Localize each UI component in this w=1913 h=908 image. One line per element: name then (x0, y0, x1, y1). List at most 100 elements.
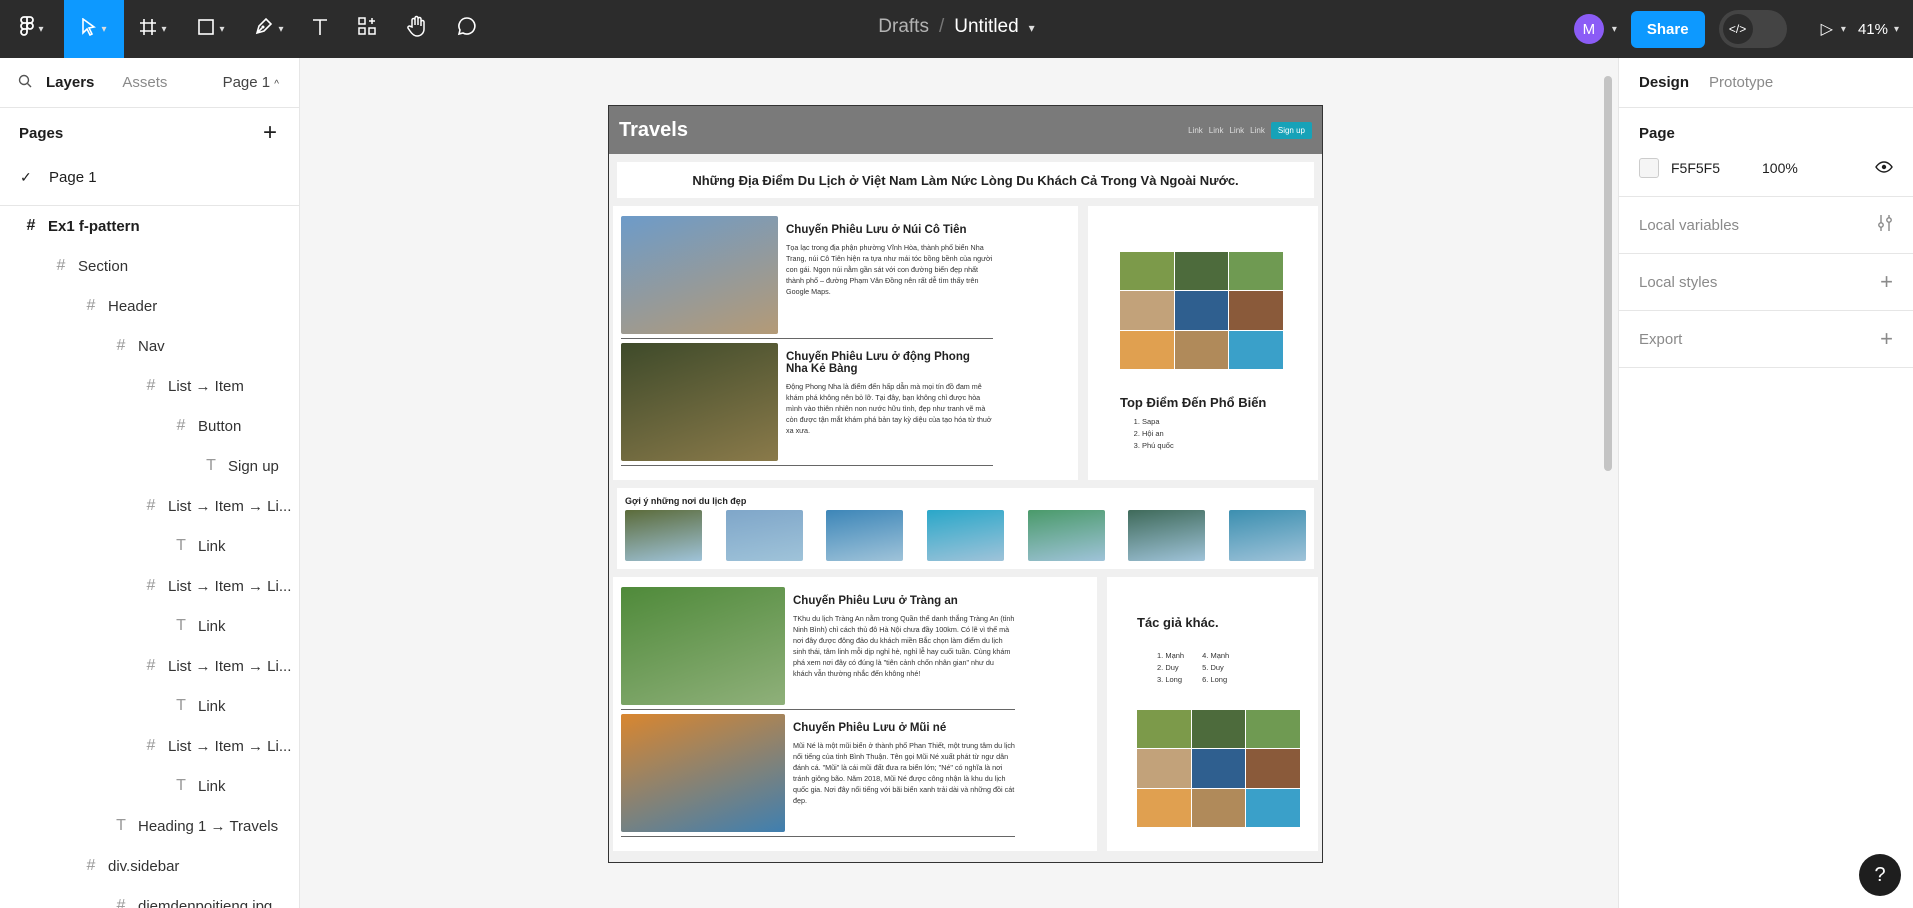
tab-prototype[interactable]: Prototype (1709, 74, 1773, 91)
suggestion-image (1027, 510, 1105, 561)
play-icon[interactable]: ▷ (1821, 19, 1833, 39)
add-export-icon[interactable]: + (1880, 326, 1893, 352)
layer-label: Link (198, 617, 226, 635)
pen-tool-button[interactable]: ▾ (240, 0, 298, 58)
eye-icon[interactable] (1875, 160, 1893, 176)
frame-tool-button[interactable]: ▾ (124, 0, 182, 58)
chevron-down-icon[interactable]: ▾ (1841, 24, 1846, 35)
layer-item[interactable]: # Button (0, 406, 299, 446)
layer-item[interactable]: # List → Item → Li... (0, 726, 299, 766)
export-label[interactable]: Export (1639, 331, 1682, 348)
layer-item[interactable]: T Link (0, 526, 299, 566)
share-button[interactable]: Share (1630, 10, 1705, 48)
move-tool-button[interactable]: ▾ (64, 0, 124, 58)
layer-label: Button (198, 417, 242, 435)
suggestion-image (826, 510, 904, 561)
layer-label: Ex1 f-pattern (48, 217, 140, 235)
zoom-level[interactable]: 41% (1858, 21, 1888, 38)
layer-label: Heading 1 → Travels (138, 817, 279, 835)
variables-settings-icon[interactable] (1877, 212, 1893, 238)
layer-item[interactable]: T Link (0, 766, 299, 806)
add-page-icon[interactable]: + (263, 119, 277, 147)
article-image (621, 587, 785, 705)
text-layer-icon: T (176, 537, 186, 554)
help-button[interactable]: ? (1859, 854, 1901, 896)
suggestion-strip: Gợi ý những nơi du lịch đẹp (617, 488, 1314, 569)
text-layer-icon: T (176, 617, 186, 634)
shape-tool-button[interactable]: ▾ (182, 0, 240, 58)
frame-layer-icon: # (116, 897, 126, 908)
chevron-down-icon: ▾ (278, 23, 284, 35)
layer-label: List → Item → Li... (168, 657, 292, 675)
layer-item[interactable]: # Ex1 f-pattern (0, 206, 299, 246)
signup-button[interactable]: Sign up (1270, 121, 1312, 139)
list-item: Duy (1157, 662, 1184, 674)
comment-tool-button[interactable] (442, 0, 492, 58)
layer-item[interactable]: T Sign up (0, 446, 299, 486)
layer-item[interactable]: T Link (0, 606, 299, 646)
file-name[interactable]: Untitled (954, 16, 1018, 37)
pages-label: Pages (19, 124, 64, 142)
local-variables-label[interactable]: Local variables (1639, 217, 1739, 234)
page-opacity-value[interactable]: 100% (1762, 160, 1798, 176)
layer-item[interactable]: # List → Item → Li... (0, 646, 299, 686)
breadcrumb-drafts[interactable]: Drafts (878, 16, 929, 37)
nav-link[interactable]: Link (1250, 126, 1265, 135)
avatar[interactable]: M (1573, 14, 1604, 44)
article-image (621, 216, 778, 334)
layer-item[interactable]: # List → Item → Li... (0, 566, 299, 606)
layer-item[interactable]: # List → Item (0, 366, 299, 406)
canvas-scrollbar[interactable] (1604, 76, 1612, 471)
article-card: Chuyến Phiêu Lưu ở Mũi né Mũi Né là một m… (621, 714, 1015, 837)
tab-assets[interactable]: Assets (122, 74, 167, 91)
chevron-down-icon[interactable]: ▾ (1029, 21, 1035, 35)
search-icon[interactable] (18, 74, 32, 92)
frame-icon (139, 16, 157, 42)
layer-label: List → Item → Li... (168, 497, 292, 515)
chevron-up-icon: ^ (274, 79, 279, 90)
tab-design[interactable]: Design (1639, 74, 1689, 91)
text-tool-button[interactable] (298, 0, 342, 58)
layer-item[interactable]: # Nav (0, 326, 299, 366)
resources-tool-button[interactable] (342, 0, 392, 58)
page-section-title: Page (1639, 124, 1675, 142)
page-item[interactable]: ✓ Page 1 (0, 158, 299, 206)
list-item: Long (1157, 674, 1184, 686)
layer-label: List → Item → Li... (168, 577, 292, 595)
layer-item[interactable]: # div.sidebar (0, 846, 299, 886)
page-selector[interactable]: Page 1 ^ (223, 74, 279, 91)
layer-item[interactable]: # List → Item → Li... (0, 486, 299, 526)
list-item: Phú quốc (1142, 440, 1294, 452)
nav-link[interactable]: Link (1188, 126, 1203, 135)
nav-link[interactable]: Link (1229, 126, 1244, 135)
hand-tool-button[interactable] (392, 0, 442, 58)
chevron-down-icon[interactable]: ▾ (1612, 24, 1617, 35)
layer-item[interactable]: T Heading 1 → Travels (0, 806, 299, 846)
layer-item[interactable]: T Link (0, 686, 299, 726)
page-color-swatch[interactable] (1639, 158, 1659, 178)
sidebar: Top Điểm Đến Phổ Biến Sapa Hội an Phú qu… (1088, 206, 1318, 480)
design-panel: Design Prototype Page F5F5F5 100% Local … (1618, 58, 1913, 908)
text-layer-icon: T (116, 817, 126, 834)
article-card: Chuyến Phiêu Lưu ở động Phong Nha Kẻ Bàn… (621, 343, 993, 466)
suggestion-image (1128, 510, 1206, 561)
layer-label: div.sidebar (108, 857, 180, 875)
layer-item[interactable]: # diemdenpoitieng.jpg (0, 886, 299, 908)
nav-link[interactable]: Link (1209, 126, 1224, 135)
frame-ex1-f-pattern[interactable]: Travels Link Link Link Link Sign up Nhữn… (608, 105, 1323, 863)
tab-layers[interactable]: Layers (46, 74, 94, 91)
layer-label: Section (78, 257, 129, 275)
page-color-value[interactable]: F5F5F5 (1671, 160, 1720, 176)
dev-mode-toggle[interactable]: </> (1718, 10, 1787, 48)
local-styles-label[interactable]: Local styles (1639, 274, 1717, 291)
frame-layer-icon: # (26, 217, 36, 234)
frame-layer-icon: # (146, 577, 156, 594)
chevron-down-icon[interactable]: ▾ (1894, 24, 1899, 35)
add-style-icon[interactable]: + (1880, 269, 1893, 295)
main-menu-button[interactable]: ▾ (0, 0, 64, 58)
article-title: Chuyến Phiêu Lưu ở Tràng an (793, 595, 958, 607)
layer-item[interactable]: # Header (0, 286, 299, 326)
checkmark-icon: ✓ (20, 169, 32, 185)
layer-item[interactable]: # Section (0, 246, 299, 286)
move-icon (81, 16, 97, 42)
